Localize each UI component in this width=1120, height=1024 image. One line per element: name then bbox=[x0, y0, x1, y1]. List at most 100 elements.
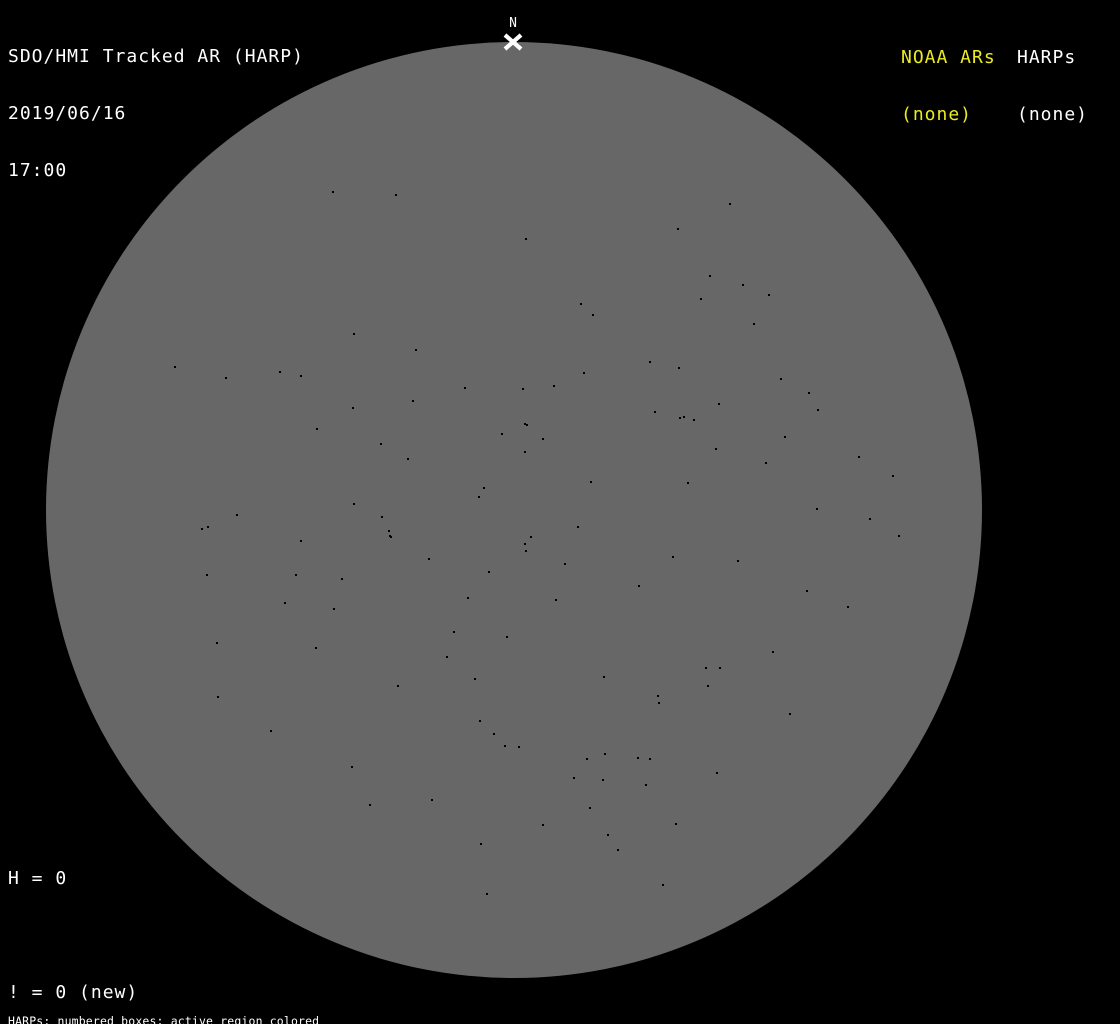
sunspot-speckle bbox=[216, 642, 218, 644]
sunspot-speckle bbox=[604, 753, 606, 755]
title-block: SDO/HMI Tracked AR (HARP) 2019/06/16 17:… bbox=[8, 9, 304, 218]
sunspot-speckle bbox=[333, 608, 335, 610]
date-label: 2019/06/16 bbox=[8, 103, 127, 124]
sunspot-speckle bbox=[353, 333, 355, 335]
sunspot-speckle bbox=[679, 417, 681, 419]
sunspot-speckle bbox=[672, 556, 674, 558]
sunspot-speckle bbox=[518, 746, 520, 748]
harps-label: HARPs bbox=[1017, 47, 1077, 68]
sunspot-speckle bbox=[351, 766, 353, 768]
sunspot-speckle bbox=[501, 433, 503, 435]
sunspot-speckle bbox=[677, 228, 679, 230]
sunspot-speckle bbox=[687, 482, 689, 484]
sunspot-speckle bbox=[488, 571, 490, 573]
sunspot-speckle bbox=[816, 508, 818, 510]
sunspot-speckle bbox=[225, 377, 227, 379]
sunspot-speckle bbox=[789, 713, 791, 715]
sunspot-speckle bbox=[602, 779, 604, 781]
sunspot-speckle bbox=[573, 777, 575, 779]
sunspot-speckle bbox=[592, 314, 594, 316]
sunspot-speckle bbox=[483, 487, 485, 489]
sunspot-speckle bbox=[380, 443, 382, 445]
sunspot-speckle bbox=[617, 849, 619, 851]
sunspot-speckle bbox=[768, 294, 770, 296]
sunspot-speckle bbox=[542, 824, 544, 826]
sunspot-speckle bbox=[464, 387, 466, 389]
sunspot-speckle bbox=[530, 536, 532, 538]
harps-block: HARPs (none) bbox=[1017, 10, 1088, 162]
sunspot-speckle bbox=[742, 284, 744, 286]
sunspot-speckle bbox=[504, 745, 506, 747]
sunspot-speckle bbox=[525, 238, 527, 240]
sunspot-speckle bbox=[657, 695, 659, 697]
sunspot-speckle bbox=[279, 371, 281, 373]
sunspot-speckle bbox=[315, 647, 317, 649]
sunspot-speckle bbox=[467, 597, 469, 599]
sunspot-speckle bbox=[522, 388, 524, 390]
sunspot-speckle bbox=[737, 560, 739, 562]
sunspot-speckle bbox=[898, 535, 900, 537]
sunspot-speckle bbox=[892, 475, 894, 477]
sunspot-speckle bbox=[428, 558, 430, 560]
footnote-harps: HARPs: numbered boxes; active region col… bbox=[8, 1014, 320, 1024]
sunspot-speckle bbox=[397, 685, 399, 687]
sunspot-speckle bbox=[415, 349, 417, 351]
north-cross-icon bbox=[503, 33, 523, 51]
sunspot-speckle bbox=[174, 366, 176, 368]
time-label: 17:00 bbox=[8, 160, 68, 181]
sunspot-speckle bbox=[638, 585, 640, 587]
sunspot-speckle bbox=[352, 407, 354, 409]
sunspot-speckle bbox=[590, 481, 592, 483]
sunspot-speckle bbox=[586, 758, 588, 760]
sunspot-speckle bbox=[707, 685, 709, 687]
sunspot-speckle bbox=[709, 275, 711, 277]
legend-harp-count: H = 0 bbox=[8, 868, 68, 889]
sunspot-speckle bbox=[772, 651, 774, 653]
sunspot-speckle bbox=[300, 540, 302, 542]
sunspot-speckle bbox=[555, 599, 557, 601]
sunspot-speckle bbox=[780, 378, 782, 380]
page-title: SDO/HMI Tracked AR (HARP) bbox=[8, 46, 304, 67]
sunspot-speckle bbox=[705, 667, 707, 669]
sunspot-speckle bbox=[453, 631, 455, 633]
sunspot-speckle bbox=[683, 416, 685, 418]
sunspot-speckle bbox=[715, 448, 717, 450]
sunspot-speckle bbox=[295, 574, 297, 576]
harps-value: (none) bbox=[1017, 104, 1089, 125]
sunspot-speckle bbox=[341, 578, 343, 580]
sunspot-speckle bbox=[808, 392, 810, 394]
sunspot-speckle bbox=[526, 424, 528, 426]
sunspot-speckle bbox=[407, 458, 409, 460]
sunspot-speckle bbox=[700, 298, 702, 300]
footnotes: HARPs: numbered boxes; active region col… bbox=[8, 991, 418, 1024]
sunspot-speckle bbox=[637, 757, 639, 759]
sunspot-speckle bbox=[553, 385, 555, 387]
noaa-ars-label: NOAA ARs bbox=[901, 47, 996, 68]
sunspot-speckle bbox=[474, 678, 476, 680]
sunspot-speckle bbox=[858, 456, 860, 458]
sunspot-speckle bbox=[583, 372, 585, 374]
sunspot-speckle bbox=[784, 436, 786, 438]
sunspot-speckle bbox=[817, 409, 819, 411]
sunspot-speckle bbox=[316, 428, 318, 430]
sunspot-speckle bbox=[206, 574, 208, 576]
sunspot-speckle bbox=[847, 606, 849, 608]
north-marker: N bbox=[502, 17, 524, 51]
sunspot-speckle bbox=[506, 636, 508, 638]
legend-spacer bbox=[8, 926, 233, 945]
sunspot-speckle bbox=[645, 784, 647, 786]
sunspot-speckle bbox=[300, 375, 302, 377]
sunspot-speckle bbox=[577, 526, 579, 528]
sunspot-speckle bbox=[395, 194, 397, 196]
sunspot-speckle bbox=[654, 411, 656, 413]
sunspot-speckle bbox=[589, 807, 591, 809]
sunspot-speckle bbox=[765, 462, 767, 464]
noaa-ars-block: NOAA ARs (none) bbox=[901, 10, 996, 162]
sunspot-speckle bbox=[716, 772, 718, 774]
sunspot-speckle bbox=[201, 528, 203, 530]
sunspot-speckle bbox=[217, 696, 219, 698]
sunspot-speckle bbox=[719, 667, 721, 669]
sunspot-speckle bbox=[580, 303, 582, 305]
sunspot-speckle bbox=[649, 758, 651, 760]
sunspot-speckle bbox=[542, 438, 544, 440]
